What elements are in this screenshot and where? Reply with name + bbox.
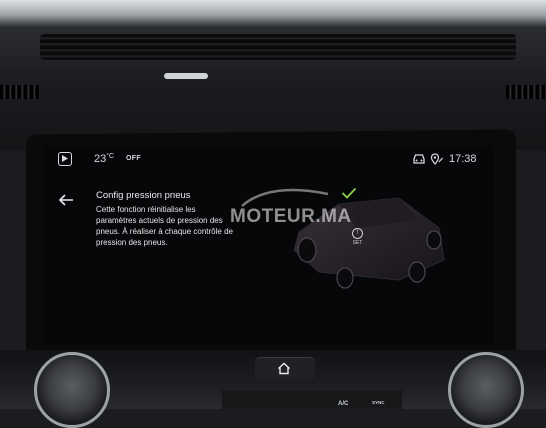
play-circle-icon[interactable] — [58, 152, 72, 166]
vent-handle[interactable] — [164, 73, 208, 79]
watermark-logo: MOTEUR.MA — [230, 206, 352, 227]
sync-button[interactable]: SYNC — [372, 400, 385, 405]
status-bar: 23°C OFF 17:38 — [44, 146, 494, 172]
temperature-unit: °C — [106, 153, 115, 160]
home-button[interactable] — [255, 357, 315, 380]
back-arrow-icon[interactable] — [58, 193, 74, 211]
location-pin-icon[interactable] — [430, 152, 444, 169]
page-title: Config pression pneus — [96, 190, 191, 201]
cabin-temperature[interactable]: 23°C — [94, 153, 114, 165]
dashboard-top — [0, 0, 546, 150]
ac-status[interactable]: OFF — [126, 155, 141, 162]
temperature-value: 23 — [94, 153, 107, 165]
checkmark-icon — [341, 186, 357, 204]
watermark-swoosh — [241, 188, 329, 207]
left-rotary-knob[interactable] — [34, 352, 110, 428]
tire-reset-indicator[interactable]: ! SET — [352, 228, 363, 246]
car-icon[interactable] — [412, 153, 426, 168]
reset-label: SET — [352, 240, 363, 246]
function-description: Cette fonction réinitialise les paramètr… — [96, 205, 233, 247]
right-air-vent — [506, 85, 546, 99]
right-rotary-knob[interactable] — [448, 352, 524, 428]
center-air-vent — [40, 34, 516, 60]
home-icon — [278, 362, 290, 375]
infotainment-screen: 23°C OFF 17:38 Config pression pneus Cet… — [44, 146, 494, 346]
ac-button[interactable]: A/C — [338, 401, 348, 407]
warning-icon: ! — [352, 228, 363, 239]
clock: 17:38 — [449, 153, 477, 165]
left-air-vent — [0, 85, 40, 99]
